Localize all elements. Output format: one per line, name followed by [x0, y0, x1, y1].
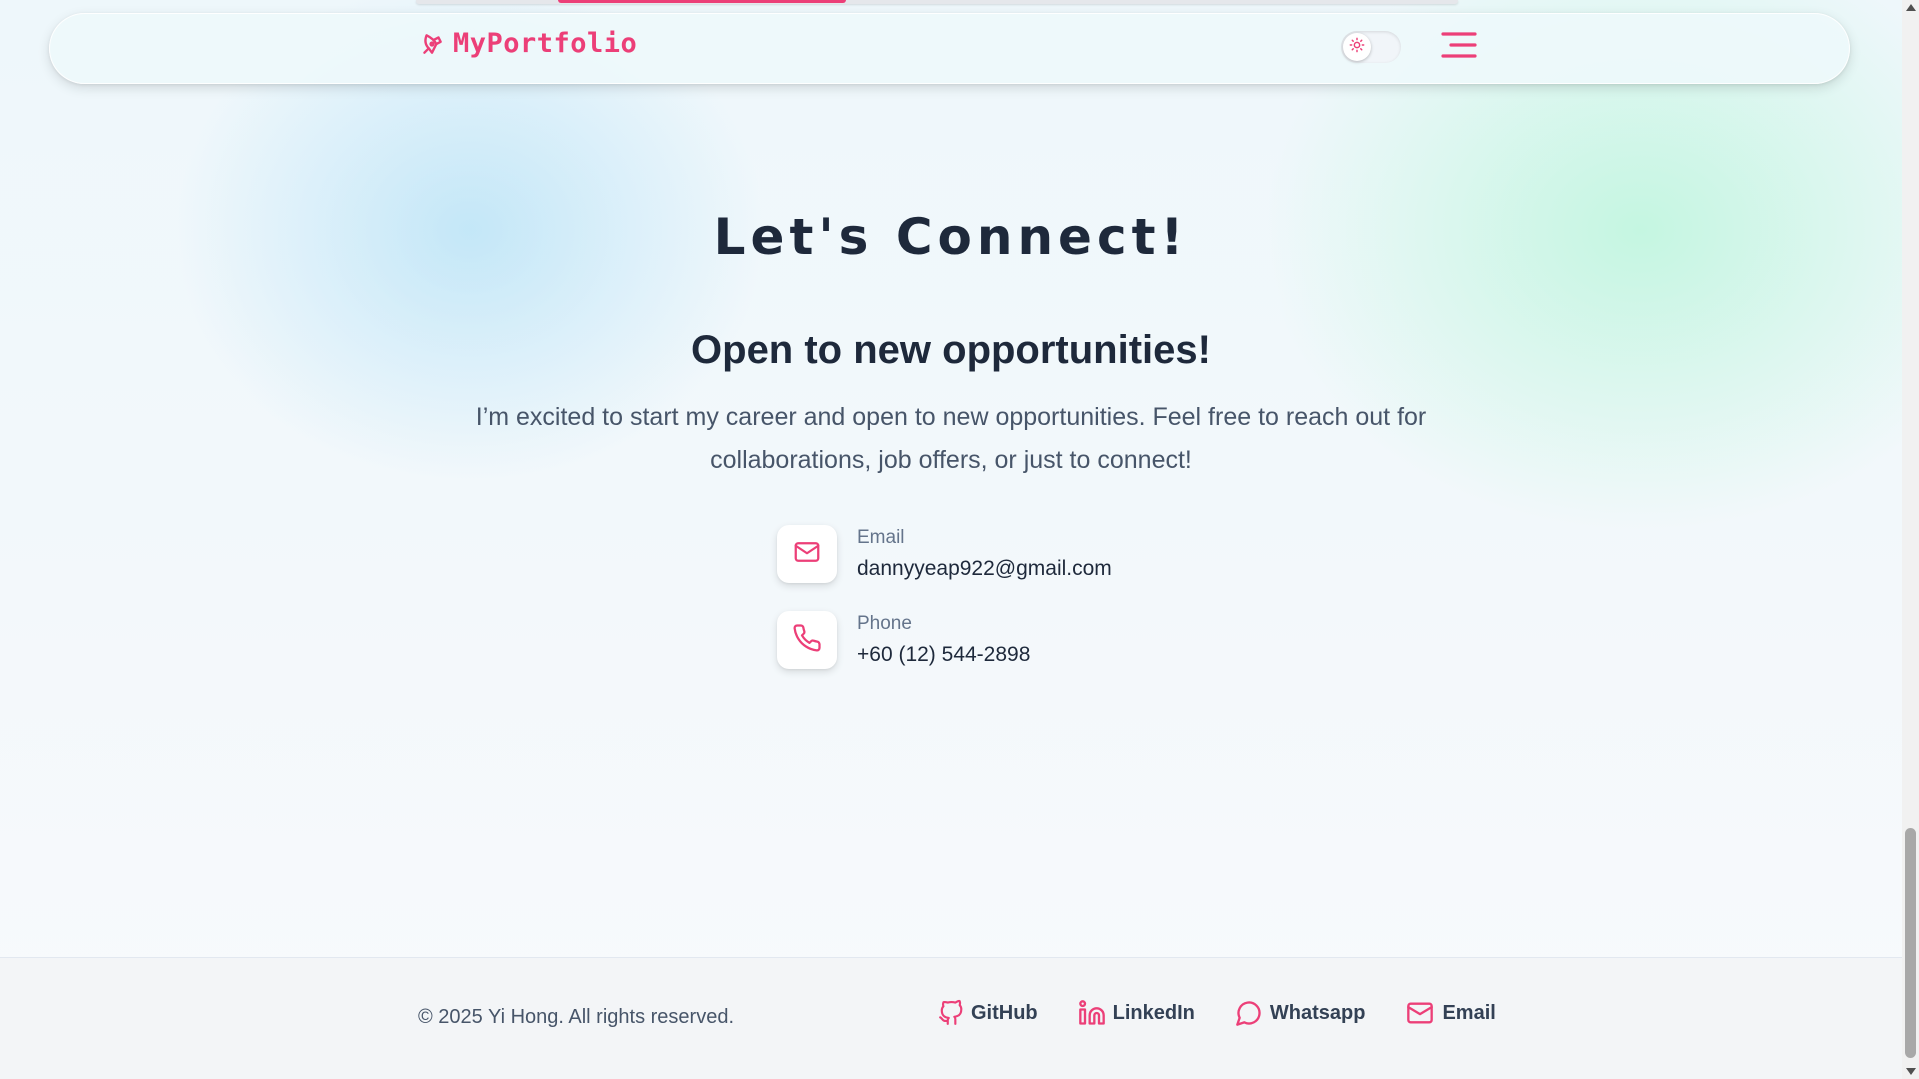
chat-bubble-icon: [1235, 999, 1263, 1027]
contact-email-value[interactable]: dannyyeap922@gmail.com: [857, 557, 1112, 581]
pen-nib-icon: [419, 31, 445, 57]
hamburger-menu-icon: [1441, 30, 1477, 64]
mail-icon: [1405, 999, 1435, 1027]
contact-phone-label: Phone: [857, 613, 912, 634]
footer-link-whatsapp[interactable]: Whatsapp: [1235, 999, 1366, 1027]
theme-toggle[interactable]: [1341, 31, 1401, 63]
contact-email-icon-box: [777, 525, 837, 583]
footer-link-github[interactable]: GitHub: [938, 999, 1038, 1027]
brand-logo-link[interactable]: MyPortfolio: [419, 28, 637, 59]
brand-name: MyPortfolio: [453, 28, 638, 59]
menu-button[interactable]: [1440, 30, 1478, 64]
footer-link-email[interactable]: Email: [1405, 999, 1496, 1027]
section-title: Let's Connect!: [713, 208, 1189, 266]
scroll-progress-fill: [558, 0, 846, 3]
contact-email-item[interactable]: Email dannyyeap922@gmail.com: [777, 525, 1112, 583]
phone-icon: [792, 623, 822, 657]
sun-icon: [1349, 37, 1365, 57]
intro-paragraph: I’m excited to start my career and open …: [475, 403, 1427, 474]
footer-link-whatsapp-label: Whatsapp: [1269, 1001, 1366, 1024]
page: MyPortfolio Let's Connect! Open to new o…: [0, 0, 1902, 1079]
section-subtitle: Open to new opportunities!: [691, 328, 1211, 372]
footer: © 2025 Yi Hong. All rights reserved. Git…: [0, 957, 1902, 1079]
scroll-progress-bar: [416, 0, 1458, 4]
mail-icon: [792, 537, 822, 571]
contact-phone-icon-box: [777, 611, 837, 669]
footer-link-linkedin[interactable]: LinkedIn: [1078, 999, 1195, 1027]
vertical-scrollbar[interactable]: [1902, 0, 1919, 1079]
contact-phone-value[interactable]: +60 (12) 544-2898: [857, 643, 1030, 667]
contact-phone-item[interactable]: Phone +60 (12) 544-2898: [777, 611, 1030, 669]
scrollbar-thumb[interactable]: [1905, 828, 1916, 1058]
scroll-down-arrow-icon[interactable]: [1906, 1068, 1916, 1075]
linkedin-icon: [1078, 999, 1106, 1027]
copyright-text: © 2025 Yi Hong. All rights reserved.: [418, 1006, 735, 1028]
navbar: MyPortfolio: [49, 13, 1850, 84]
github-icon: [938, 999, 964, 1027]
footer-link-linkedin-label: LinkedIn: [1112, 1001, 1195, 1024]
contact-email-label: Email: [857, 527, 905, 548]
theme-toggle-knob: [1343, 33, 1371, 61]
footer-link-email-label: Email: [1442, 1001, 1496, 1024]
footer-link-github-label: GitHub: [971, 1001, 1038, 1024]
footer-links: GitHub LinkedIn Whatsapp Email: [938, 999, 1496, 1027]
scroll-up-arrow-icon[interactable]: [1906, 4, 1916, 11]
